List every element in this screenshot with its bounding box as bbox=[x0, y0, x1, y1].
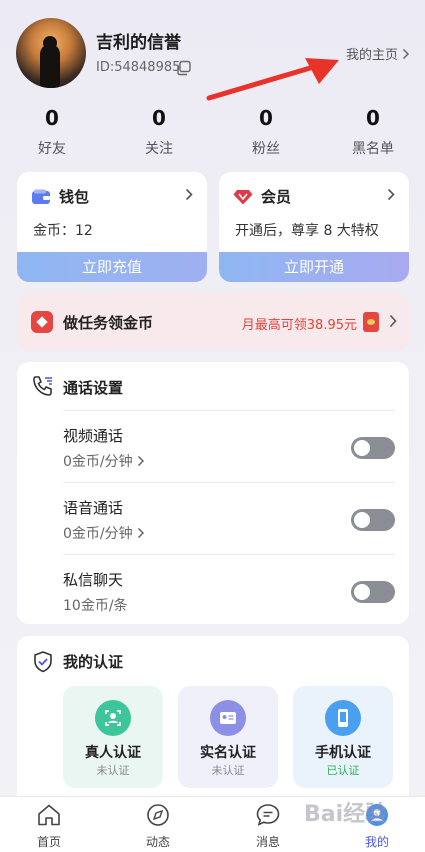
shield-check-icon bbox=[34, 651, 52, 673]
row-label: 私信聊天 bbox=[63, 571, 124, 589]
stat-value: 0 bbox=[366, 106, 380, 130]
tab-feed[interactable]: 动态 bbox=[128, 803, 188, 850]
tab-label: 动态 bbox=[145, 835, 170, 849]
chevron-right-icon bbox=[389, 314, 397, 328]
chevron-right-icon bbox=[137, 527, 144, 539]
setting-row-voice: 语音通话 0金币/分钟 bbox=[63, 482, 395, 554]
setting-row-video: 视频通话 0金币/分钟 bbox=[63, 410, 395, 482]
stats-row: 0 好友 0 关注 0 粉丝 0 黑名单 bbox=[0, 104, 425, 164]
call-settings-card: 通话设置 视频通话 0金币/分钟 语音通话 0金币/分钟 私信聊天 10金币/条 bbox=[17, 362, 409, 624]
task-title: 做任务领金币 bbox=[63, 314, 154, 332]
auth-title: 手机认证 bbox=[315, 745, 371, 761]
stat-value: 0 bbox=[45, 106, 59, 130]
setting-row-message: 私信聊天 10金币/条 bbox=[63, 554, 395, 626]
stat-label: 关注 bbox=[145, 141, 173, 157]
annotation-arrow bbox=[206, 58, 339, 101]
auth-title: 真人认证 bbox=[85, 745, 141, 761]
auth-status: 已认证 bbox=[326, 764, 360, 777]
activate-member-button[interactable]: 立即开通 bbox=[219, 252, 409, 282]
face-scan-icon bbox=[95, 700, 131, 736]
voice-call-toggle[interactable] bbox=[351, 509, 395, 531]
chevron-right-icon bbox=[185, 188, 193, 201]
task-banner[interactable]: 做任务领金币 月最高可领38.95元 bbox=[17, 294, 409, 350]
tab-label: 我的 bbox=[364, 835, 389, 849]
chevron-right-icon bbox=[137, 455, 144, 467]
tab-messages[interactable]: 消息 bbox=[238, 803, 298, 850]
wallet-balance: 金币：12 bbox=[33, 223, 93, 239]
row-price-text: 10金币/条 bbox=[63, 598, 128, 614]
phone-icon bbox=[325, 700, 361, 736]
row-price-text: 0金币/分钟 bbox=[63, 526, 133, 542]
stat-label: 粉丝 bbox=[252, 141, 280, 157]
real-person-verification[interactable]: 真人认证 未认证 bbox=[63, 686, 163, 788]
member-desc: 开通后，尊享 8 大特权 bbox=[235, 223, 379, 239]
username: 吉利的信誉 bbox=[96, 33, 181, 53]
verification-title: 我的认证 bbox=[63, 653, 124, 671]
row-price[interactable]: 0金币/分钟 bbox=[63, 523, 145, 543]
red-envelope-icon bbox=[363, 312, 379, 332]
wallet-card[interactable]: 钱包 金币：12 立即充值 bbox=[17, 172, 207, 282]
phone-settings-icon bbox=[33, 376, 52, 396]
homepage-label: 我的主页 bbox=[346, 48, 399, 63]
video-call-toggle[interactable] bbox=[351, 437, 395, 459]
message-icon bbox=[256, 804, 280, 826]
watermark: Bai经验 bbox=[304, 802, 388, 827]
task-diamond-icon bbox=[31, 311, 53, 333]
call-settings-title: 通话设置 bbox=[63, 379, 124, 397]
recharge-button[interactable]: 立即充值 bbox=[17, 252, 207, 282]
auth-status: 未认证 bbox=[211, 764, 245, 777]
row-label: 语音通话 bbox=[63, 499, 124, 517]
stat-value: 0 bbox=[259, 106, 273, 130]
tab-home[interactable]: 首页 bbox=[19, 803, 79, 850]
row-price-text: 0金币/分钟 bbox=[63, 454, 133, 470]
chevron-right-icon bbox=[402, 48, 410, 59]
member-title: 会员 bbox=[261, 188, 292, 206]
stat-label: 好友 bbox=[38, 141, 66, 157]
auth-status: 未认证 bbox=[96, 764, 130, 777]
chevron-right-icon bbox=[387, 188, 395, 201]
phone-verification[interactable]: 手机认证 已认证 bbox=[293, 686, 393, 788]
row-price: 10金币/条 bbox=[63, 595, 128, 615]
wallet-icon bbox=[32, 189, 50, 204]
member-card[interactable]: 会员 开通后，尊享 8 大特权 立即开通 bbox=[219, 172, 409, 282]
stat-fans[interactable]: 0 粉丝 bbox=[231, 104, 301, 158]
stat-following[interactable]: 0 关注 bbox=[124, 104, 194, 158]
stat-label: 黑名单 bbox=[352, 141, 394, 157]
user-id: ID:54848985 bbox=[96, 60, 181, 75]
private-message-toggle[interactable] bbox=[351, 581, 395, 603]
homepage-link[interactable]: 我的主页 bbox=[346, 44, 410, 63]
tab-label: 首页 bbox=[36, 835, 61, 849]
verification-card: 我的认证 真人认证 未认证 实名认证 未认证 手机认证 已认证 bbox=[17, 636, 409, 806]
stat-blacklist[interactable]: 0 黑名单 bbox=[338, 104, 408, 158]
home-icon bbox=[38, 804, 60, 826]
row-price[interactable]: 0金币/分钟 bbox=[63, 451, 145, 471]
tab-label: 消息 bbox=[255, 835, 280, 849]
stat-value: 0 bbox=[152, 106, 166, 130]
copy-icon[interactable] bbox=[176, 60, 192, 76]
compass-icon bbox=[147, 804, 169, 826]
wallet-title: 钱包 bbox=[59, 188, 90, 206]
id-card-icon bbox=[210, 700, 246, 736]
stat-friends[interactable]: 0 好友 bbox=[17, 104, 87, 158]
avatar[interactable] bbox=[16, 18, 86, 88]
vip-diamond-icon bbox=[233, 189, 253, 204]
task-reward: 月最高可领38.95元 bbox=[241, 318, 357, 333]
auth-title: 实名认证 bbox=[200, 745, 256, 761]
real-name-verification[interactable]: 实名认证 未认证 bbox=[178, 686, 278, 788]
row-label: 视频通话 bbox=[63, 427, 124, 445]
